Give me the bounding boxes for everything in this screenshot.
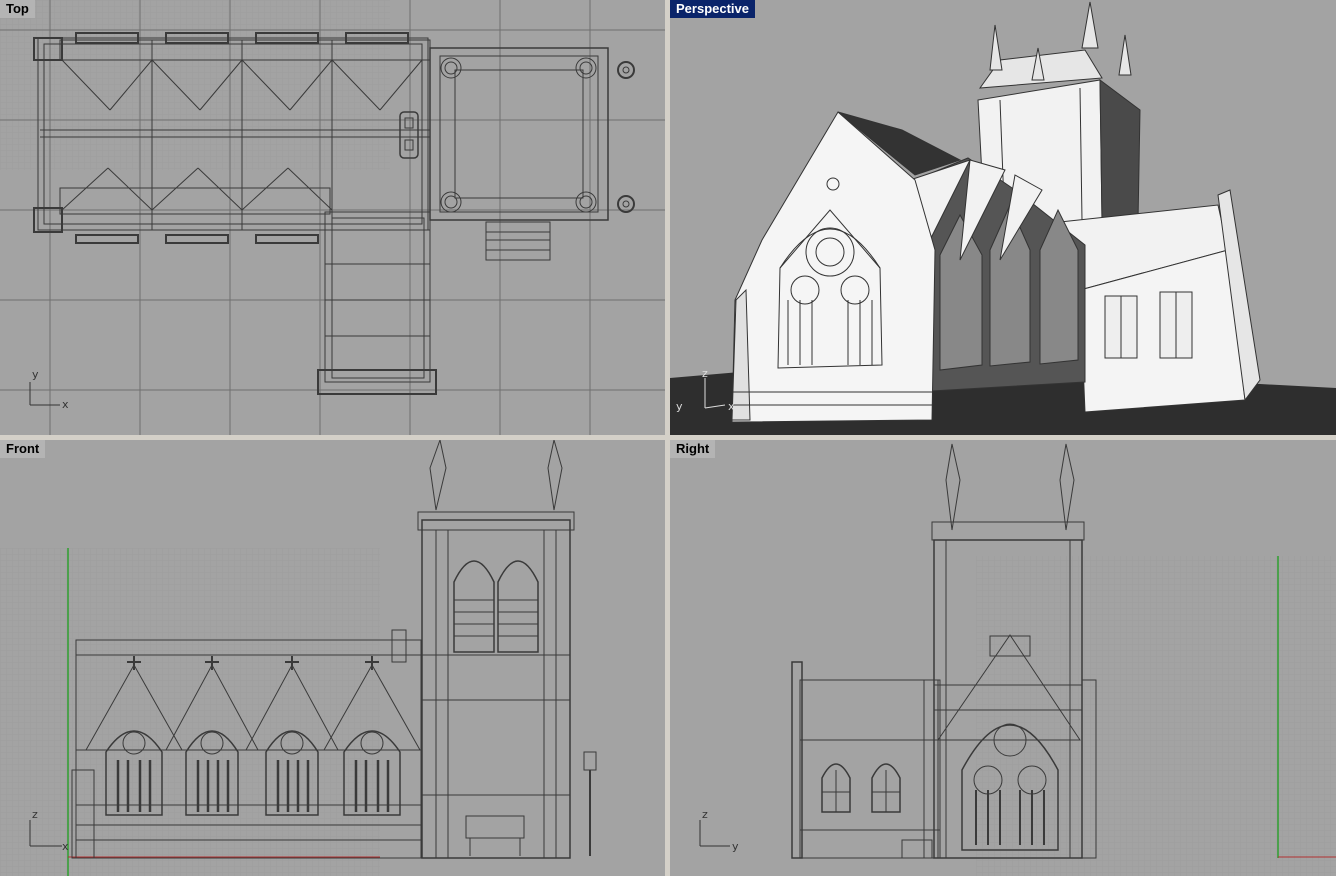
axis-label-z: z — [702, 367, 708, 380]
axis-label-y: y — [732, 840, 739, 853]
viewport-title-front[interactable]: Front — [0, 440, 46, 458]
top-view-canvas[interactable]: x y — [0, 0, 665, 435]
axis-label-z: z — [32, 808, 38, 821]
axis-label-x: x — [62, 840, 69, 853]
axis-label-x: x — [62, 398, 69, 411]
viewport-perspective[interactable]: Perspective x z y — [670, 0, 1336, 435]
front-view-canvas[interactable]: x z — [0, 440, 665, 876]
axis-label-z: z — [702, 808, 708, 821]
right-view-canvas[interactable]: y z — [670, 440, 1336, 876]
axis-label-y: y — [32, 368, 39, 381]
perspective-view-canvas[interactable]: x z y — [670, 0, 1336, 435]
viewport-front[interactable]: Front x z — [0, 440, 665, 876]
viewport-top[interactable]: Top x y — [0, 0, 665, 435]
viewport-right[interactable]: Right y z — [670, 440, 1336, 876]
axis-label-x: x — [728, 400, 735, 413]
viewport-title-perspective[interactable]: Perspective — [670, 0, 755, 18]
viewport-title-right[interactable]: Right — [670, 440, 716, 458]
fine-grid-area — [976, 556, 1336, 876]
viewport-title-top[interactable]: Top — [0, 0, 35, 18]
axis-label-y: y — [676, 400, 683, 413]
nave-shaded — [1059, 189, 1261, 413]
fine-grid-area — [0, 548, 380, 876]
